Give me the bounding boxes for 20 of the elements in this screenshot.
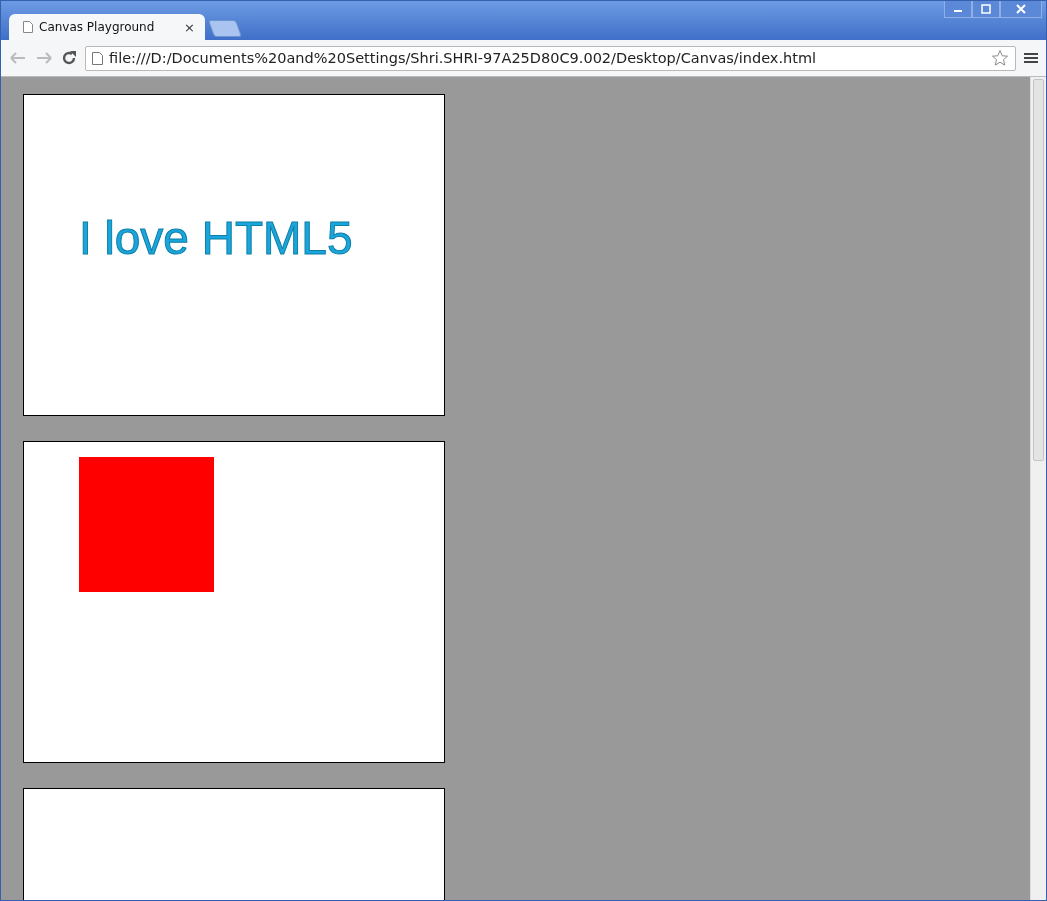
close-tab-button[interactable]: × xyxy=(184,19,195,35)
page-icon xyxy=(23,21,33,33)
close-icon xyxy=(1016,4,1026,14)
star-icon[interactable] xyxy=(991,49,1009,67)
browser-tab[interactable]: Canvas Playground × xyxy=(9,14,205,40)
maximize-button[interactable] xyxy=(972,1,1000,18)
minimize-button[interactable] xyxy=(944,1,972,18)
menu-icon[interactable] xyxy=(1024,52,1038,64)
close-window-button[interactable] xyxy=(1000,1,1042,18)
new-tab-button[interactable] xyxy=(207,20,243,37)
back-arrow-icon[interactable] xyxy=(9,51,27,65)
address-bar[interactable]: file:///D:/Documents%20and%20Settings/Shri.SHRI-97A25D80C9.002/Desktop/Canvas/index.html xyxy=(85,45,1016,71)
maximize-icon xyxy=(981,4,991,14)
forward-arrow-icon[interactable] xyxy=(35,51,53,65)
canvas-text: I love HTML5 xyxy=(79,211,353,265)
reload-icon[interactable] xyxy=(61,50,77,66)
scrollbar[interactable] xyxy=(1030,77,1046,900)
url-text: file:///D:/Documents%20and%20Settings/Shri.SHRI-97A25D80C9.002/Desktop/Canvas/index.html xyxy=(109,50,818,66)
page-icon xyxy=(92,51,103,65)
tab-title: Canvas Playground xyxy=(39,20,156,34)
